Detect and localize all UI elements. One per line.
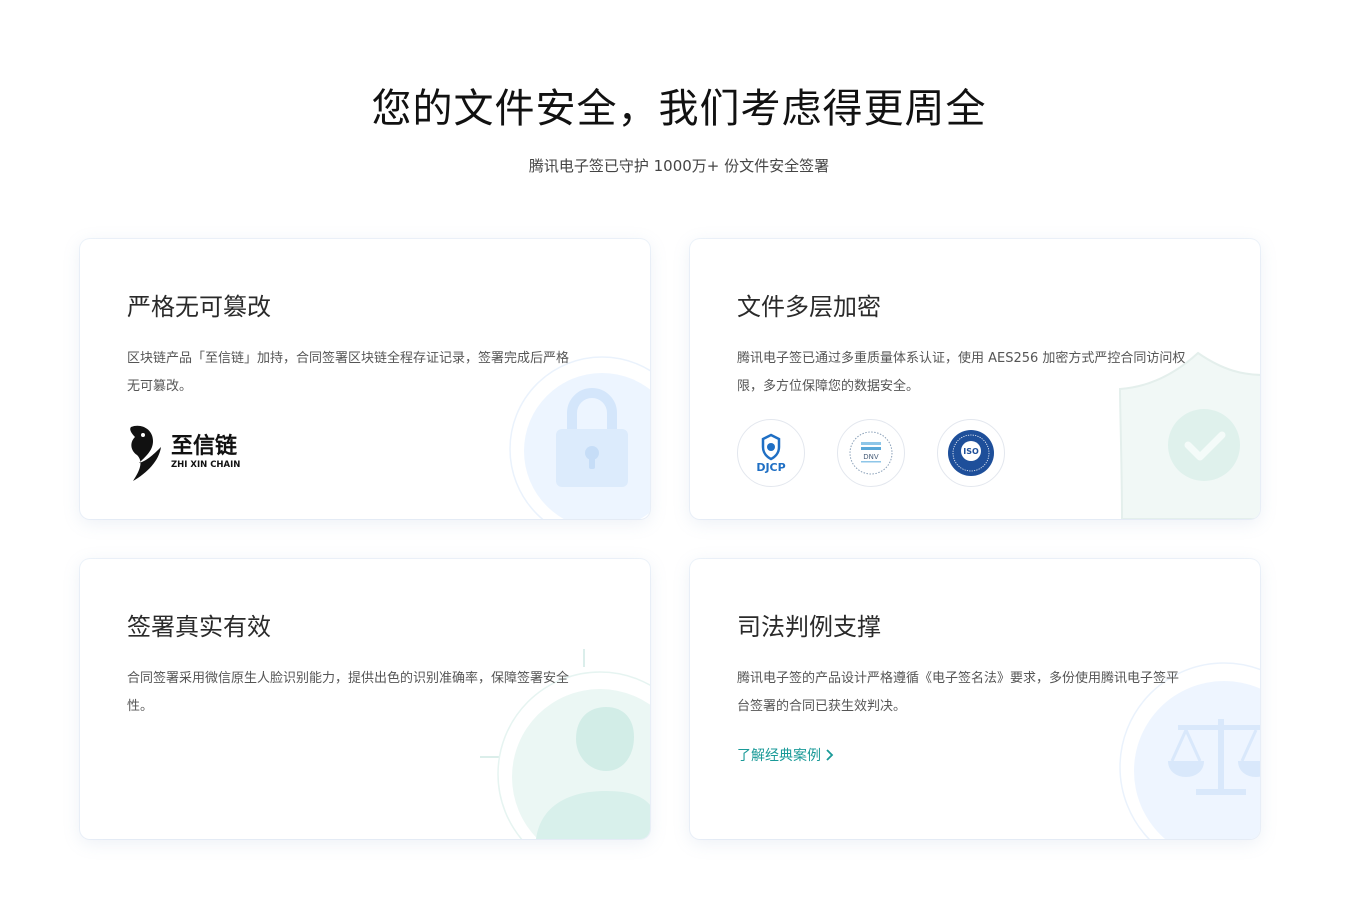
certification-badges: DJCP DNV ISO <box>737 419 1005 487</box>
card-description: 合同签署采用微信原生人脸识别能力，提供出色的识别准确率，保障签署安全性。 <box>127 671 570 714</box>
card-title: 签署真实有效 <box>127 613 271 641</box>
feature-card-tamper-proof: 严格无可篡改 区块链产品「至信链」加持，合同签署区块链全程存证记录，签署完成后严… <box>80 239 650 519</box>
svg-text:ISO: ISO <box>963 447 979 456</box>
page-subtitle: 腾讯电子签已守护 1000万+ 份文件安全签署 <box>528 157 830 175</box>
card-title: 文件多层加密 <box>737 293 881 321</box>
djcp-badge: DJCP <box>737 419 805 487</box>
iso-badge: ISO <box>937 419 1005 487</box>
learn-cases-link[interactable]: 了解经典案例 <box>737 745 835 765</box>
link-label: 了解经典案例 <box>737 748 821 764</box>
card-description: 腾讯电子签的产品设计严格遵循《电子签名法》要求，多份使用腾讯电子签平台签署的合同… <box>737 671 1180 714</box>
zhixin-chain-logo: 至信链 ZHI XIN CHAIN <box>127 421 252 483</box>
feature-card-encryption: 文件多层加密 腾讯电子签已通过多重质量体系认证，使用 AES256 加密方式严控… <box>690 239 1260 519</box>
svg-text:DJCP: DJCP <box>756 461 785 474</box>
dnv-badge: DNV <box>837 419 905 487</box>
feature-card-authentic: 签署真实有效 合同签署采用微信原生人脸识别能力，提供出色的识别准确率，保障签署安… <box>80 559 650 839</box>
svg-text:DNV: DNV <box>863 453 879 461</box>
card-title: 严格无可篡改 <box>127 293 271 321</box>
card-description: 腾讯电子签已通过多重质量体系认证，使用 AES256 加密方式严控合同访问权限，… <box>737 351 1186 394</box>
feature-card-judicial: 司法判例支撑 腾讯电子签的产品设计严格遵循《电子签名法》要求，多份使用腾讯电子签… <box>690 559 1260 839</box>
logo-subtext: ZHI XIN CHAIN <box>171 460 240 470</box>
logo-text: 至信链 <box>171 433 237 459</box>
page-title: 您的文件安全，我们考虑得更周全 <box>371 86 987 132</box>
card-description: 区块链产品「至信链」加持，合同签署区块链全程存证记录，签署完成后严格无可篡改。 <box>127 351 570 394</box>
chevron-right-icon <box>826 749 834 761</box>
card-title: 司法判例支撑 <box>737 613 881 641</box>
